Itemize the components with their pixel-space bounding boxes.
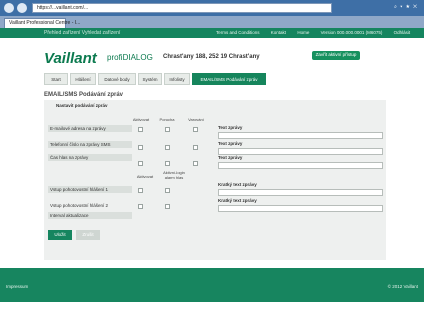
tab-infosheets[interactable]: Infolisty	[164, 73, 190, 85]
page-title: EMAIL/SMS Podávání zpráv	[44, 92, 124, 98]
browser-tab-title: Vaillant Professional Centre - I...	[9, 20, 81, 26]
device-address: Chrast'any 188, 252 19 Chrast'any	[163, 54, 260, 60]
input2-activate-checkbox[interactable]	[138, 204, 143, 209]
tab-label: Start	[51, 77, 61, 82]
app-top-bar: Přehled zařízení Vyhledat zařízení Terms…	[0, 28, 424, 38]
tab-email-sms[interactable]: EMAIL/SMS Podávání zpráv	[192, 73, 266, 85]
input1-row-label: Vstup pohotovostní hlášení 1	[50, 187, 109, 192]
input1-message-label: Kratký text zprávy	[218, 182, 257, 187]
column-activate-2: Aktivovat	[136, 174, 154, 179]
tab-reports[interactable]: Hlášení	[70, 73, 96, 85]
tab-system[interactable]: Systém	[138, 73, 162, 85]
input2-message-label: Kratký text zprávy	[218, 198, 257, 203]
tab-label: EMAIL/SMS Podávání zpráv	[200, 77, 258, 82]
product-name: profiDIALOG	[107, 53, 153, 62]
time-row-label: Čas hlas na zprávy	[50, 155, 89, 160]
browser-controls-icon[interactable]: ⌕ ▾ ★ ✕	[394, 4, 418, 10]
copyright-text: © 2012 Vaillant	[387, 284, 418, 289]
tab-start[interactable]: Start	[44, 73, 68, 85]
email-warning-checkbox[interactable]	[193, 127, 198, 132]
tab-label: Systém	[142, 77, 158, 82]
email-message-label: Text zprávy	[218, 125, 243, 130]
input1-alarm-checkbox[interactable]	[165, 188, 170, 193]
time-message-label: Text zprávy	[218, 155, 243, 160]
column-fault: Porucha	[159, 117, 175, 122]
page-footer: Impressum © 2012 Vaillant	[0, 268, 424, 302]
home-link[interactable]: Home	[297, 30, 309, 35]
forward-icon[interactable]	[17, 3, 27, 13]
browser-toolbar: https://...vaillant.com/... ⌕ ▾ ★ ✕	[0, 0, 424, 16]
panel-title: Nastavit podávání zpráv	[56, 103, 108, 108]
column-warning: Varování	[188, 117, 204, 122]
top-utility-links: Terms and Conditions Kontakt Home Versio…	[216, 30, 420, 35]
time-fault-checkbox[interactable]	[165, 161, 170, 166]
cancel-label: Zrušit	[82, 232, 94, 237]
address-bar[interactable]: https://...vaillant.com/...	[32, 3, 332, 13]
product-suffix: DIALOG	[122, 53, 153, 62]
terms-link[interactable]: Terms and Conditions	[216, 30, 260, 35]
product-prefix: profi	[107, 53, 123, 62]
email-row-label: E-mailové adresa na zprávy	[50, 126, 106, 131]
close-access-button[interactable]: Zavřít aktivní přístup	[312, 51, 360, 60]
input2-row-label: Vstup pohotovostní hlášení 2	[50, 203, 109, 208]
column-login-alarm: Aktivní-login alarm hlas	[163, 170, 185, 180]
input2-message-input[interactable]	[218, 205, 383, 212]
save-button[interactable]: Uložit	[48, 230, 72, 240]
close-access-label: Zavřít aktivní přístup	[315, 52, 357, 57]
phone-activate-checkbox[interactable]	[138, 145, 143, 150]
phone-row-label: Telefonní číslo na zprávy SMS	[50, 142, 111, 147]
input2-alarm-checkbox[interactable]	[165, 204, 170, 209]
email-fault-checkbox[interactable]	[165, 127, 170, 132]
email-activate-checkbox[interactable]	[138, 127, 143, 132]
version-text: Version 000.000.0001 (M6075)	[320, 30, 383, 35]
save-label: Uložit	[54, 232, 66, 237]
time-activate-checkbox[interactable]	[138, 161, 143, 166]
tab-label: Infolisty	[169, 77, 185, 82]
input1-message-input[interactable]	[218, 189, 383, 196]
browser-tab[interactable]: Vaillant Professional Centre - I...	[4, 18, 80, 28]
phone-warning-checkbox[interactable]	[193, 145, 198, 150]
back-icon[interactable]	[4, 3, 14, 13]
top-nav-links[interactable]: Přehled zařízení Vyhledat zařízení	[44, 30, 120, 36]
tab-data-points[interactable]: Datové body	[98, 73, 136, 85]
cancel-button[interactable]: Zrušit	[76, 230, 100, 240]
time-message-input[interactable]	[218, 162, 383, 169]
tab-label: Hlášení	[75, 77, 91, 82]
interval-row-label: Interval aktualizace	[50, 213, 89, 218]
phone-message-label: Text zprávy	[218, 141, 243, 146]
tab-label: Datové body	[104, 77, 130, 82]
page-bottom	[0, 302, 424, 322]
vaillant-logo: Vaillant	[44, 50, 97, 67]
address-text: https://...vaillant.com/...	[37, 5, 89, 11]
phone-fault-checkbox[interactable]	[165, 145, 170, 150]
input1-activate-checkbox[interactable]	[138, 188, 143, 193]
time-warning-checkbox[interactable]	[193, 161, 198, 166]
logout-link[interactable]: Odhlásit	[394, 30, 411, 35]
column-activate: Aktivovat	[132, 117, 150, 122]
email-message-input[interactable]	[218, 132, 383, 139]
imprint-link[interactable]: Impressum	[6, 284, 28, 289]
phone-message-input[interactable]	[218, 148, 383, 155]
contact-link[interactable]: Kontakt	[271, 30, 286, 35]
